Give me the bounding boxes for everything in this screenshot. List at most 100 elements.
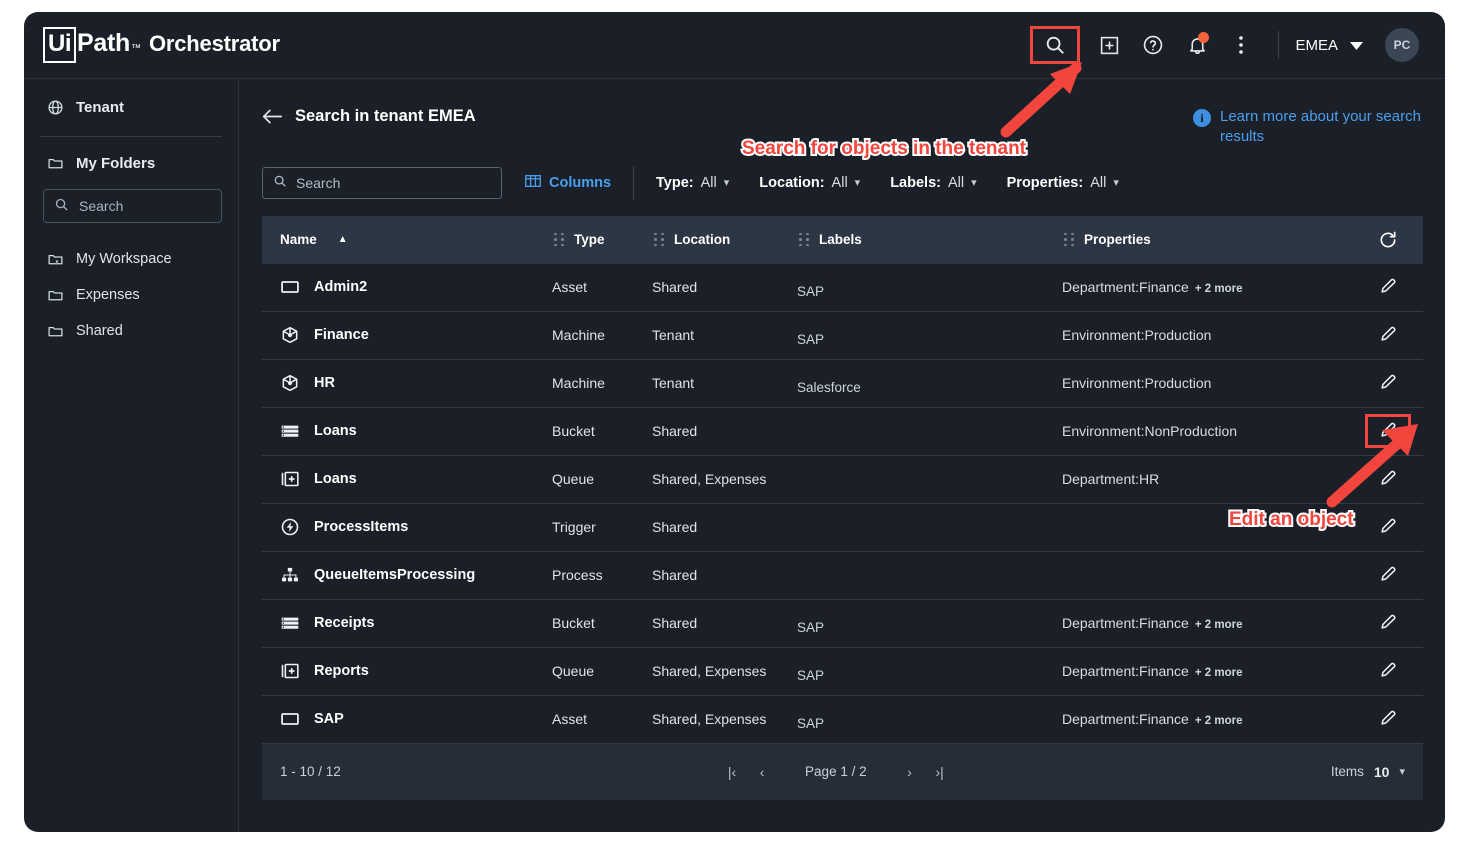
column-drag-handle[interactable]: [1064, 232, 1074, 247]
previous-page-button[interactable]: ‹: [747, 764, 777, 780]
pencil-icon[interactable]: [1379, 708, 1398, 730]
table-row[interactable]: SAP Asset Shared, Expenses SAP Department:Fi…: [262, 696, 1423, 744]
property-more-count: + 2 more: [1194, 667, 1243, 679]
more-vertical-icon[interactable]: [1220, 25, 1262, 65]
table-row[interactable]: HR Machine Tenant Salesforce Environment:Pro…: [262, 360, 1423, 408]
column-header-labels-label: Labels: [819, 232, 862, 247]
first-page-button[interactable]: |‹: [717, 764, 747, 780]
table-row[interactable]: Finance Machine Tenant SAP Environment:Produ…: [262, 312, 1423, 360]
product-name: Orchestrator: [148, 31, 280, 56]
cell-type: Bucket: [552, 615, 595, 631]
next-page-button[interactable]: ›: [895, 764, 925, 780]
columns-button[interactable]: Columns: [525, 174, 611, 192]
filter-type[interactable]: Type: All ▾: [656, 175, 729, 191]
cell-actions: [1353, 414, 1423, 448]
filter-properties-label: Properties:: [1006, 174, 1084, 191]
items-per-page-selector[interactable]: Items 10 ▾: [1331, 764, 1405, 780]
sidebar-item-my-folders[interactable]: My Folders: [24, 145, 238, 181]
table-row[interactable]: Receipts Bucket Shared SAP Department:Financ…: [262, 600, 1423, 648]
property-value: Department:Finance: [1062, 279, 1189, 295]
chevron-down-icon: ▾: [971, 177, 977, 189]
row-name-label: Reports: [314, 663, 369, 679]
label-chip: SAP: [797, 716, 825, 731]
pencil-icon[interactable]: [1379, 516, 1398, 538]
sidebar-item-shared[interactable]: Shared: [24, 313, 238, 349]
sidebar-search-input[interactable]: Search: [43, 189, 222, 223]
help-circle-icon[interactable]: [1132, 25, 1174, 65]
folder-star-icon: [46, 251, 64, 268]
column-drag-handle[interactable]: [799, 232, 809, 247]
filter-type-value: All: [700, 174, 717, 191]
orchestrator-window: Ui Path ™ Orchestrator EMEA PC Tenant My…: [24, 12, 1445, 832]
sidebar-item-expenses[interactable]: Expenses: [24, 277, 238, 313]
column-header-location[interactable]: Location: [652, 232, 797, 247]
pencil-icon[interactable]: [1379, 324, 1398, 346]
column-header-properties[interactable]: Properties: [1062, 232, 1353, 247]
info-icon: i: [1193, 109, 1211, 127]
cell-properties: Department:Finance + 2 more: [1062, 279, 1353, 295]
main-content: Search in tenant EMEA i Learn more about…: [240, 79, 1445, 832]
logo-trademark: ™: [130, 43, 141, 54]
tenant-selector[interactable]: EMEA: [1295, 37, 1363, 54]
trigger-icon: [280, 517, 300, 537]
filter-location-label: Location:: [759, 174, 825, 191]
pencil-icon[interactable]: [1379, 420, 1398, 442]
sidebar: Tenant My Folders Search My Workspace Ex…: [24, 79, 239, 832]
table-body: Admin2 Asset Shared SAP Department:Finance + …: [262, 264, 1423, 744]
table-row[interactable]: Loans Bucket Shared Environment:NonProducti…: [262, 408, 1423, 456]
filter-location[interactable]: Location: All ▾: [759, 175, 860, 191]
table-row[interactable]: Admin2 Asset Shared SAP Department:Finance + …: [262, 264, 1423, 312]
cell-name: ProcessItems: [262, 517, 552, 537]
pencil-icon[interactable]: [1379, 660, 1398, 682]
table-row[interactable]: Loans Queue Shared, Expenses Department:HR: [262, 456, 1423, 504]
column-drag-handle[interactable]: [654, 232, 664, 247]
cell-labels: Salesforce: [797, 375, 1062, 395]
pencil-icon[interactable]: [1379, 564, 1398, 586]
page-title: Search in tenant EMEA: [295, 107, 476, 125]
cell-actions: [1353, 372, 1423, 394]
filter-properties[interactable]: Properties: All ▾: [1007, 175, 1119, 191]
table-row[interactable]: QueueItemsProcessing Process Shared: [262, 552, 1423, 600]
pencil-icon[interactable]: [1379, 372, 1398, 394]
uipath-logo[interactable]: Ui Path ™ Orchestrator: [43, 27, 280, 63]
queue-icon: [280, 661, 300, 681]
bucket-icon: [280, 613, 300, 633]
pencil-icon[interactable]: [1379, 276, 1398, 298]
column-header-labels[interactable]: Labels: [797, 232, 1062, 247]
cell-name: HR: [262, 373, 552, 393]
cell-actions: [1353, 516, 1423, 538]
column-header-name[interactable]: Name ▲: [262, 232, 552, 247]
row-name-label: Loans: [314, 471, 357, 487]
cell-location: Shared, Expenses: [652, 663, 767, 679]
refresh-button[interactable]: [1353, 230, 1423, 250]
row-name-label: HR: [314, 375, 335, 391]
pencil-icon[interactable]: [1379, 612, 1398, 634]
sidebar-item-my-workspace[interactable]: My Workspace: [24, 241, 238, 277]
cell-name: Admin2: [262, 277, 552, 297]
row-name-label: Loans: [314, 423, 357, 439]
pencil-icon[interactable]: [1379, 468, 1398, 490]
sidebar-item-tenant[interactable]: Tenant: [24, 89, 238, 125]
filter-bar: Search Columns Type: All ▾ Location: All…: [262, 165, 1423, 200]
cell-labels: SAP: [797, 615, 1062, 635]
property-more-count: + 2 more: [1194, 715, 1243, 727]
add-square-icon[interactable]: [1088, 25, 1130, 65]
edit-button-highlight[interactable]: [1365, 414, 1411, 448]
last-page-button[interactable]: ›|: [925, 764, 955, 780]
sidebar-divider: [40, 136, 222, 137]
cell-properties: Department:HR: [1062, 471, 1353, 487]
back-arrow-icon[interactable]: [262, 108, 283, 130]
column-drag-handle[interactable]: [554, 232, 564, 247]
search-input[interactable]: Search: [262, 166, 502, 199]
cell-name: Finance: [262, 325, 552, 345]
cell-name: SAP: [262, 709, 552, 729]
avatar[interactable]: PC: [1385, 28, 1419, 62]
table-row[interactable]: Reports Queue Shared, Expenses SAP Departmen…: [262, 648, 1423, 696]
notifications-bell-icon[interactable]: [1176, 25, 1218, 65]
column-header-type[interactable]: Type: [552, 232, 652, 247]
learn-more-link[interactable]: i Learn more about your search results: [1193, 107, 1423, 148]
cell-labels: SAP: [797, 279, 1062, 299]
search-icon[interactable]: [1030, 26, 1081, 64]
app-header: Ui Path ™ Orchestrator EMEA PC: [24, 12, 1445, 79]
filter-labels[interactable]: Labels: All ▾: [890, 175, 976, 191]
